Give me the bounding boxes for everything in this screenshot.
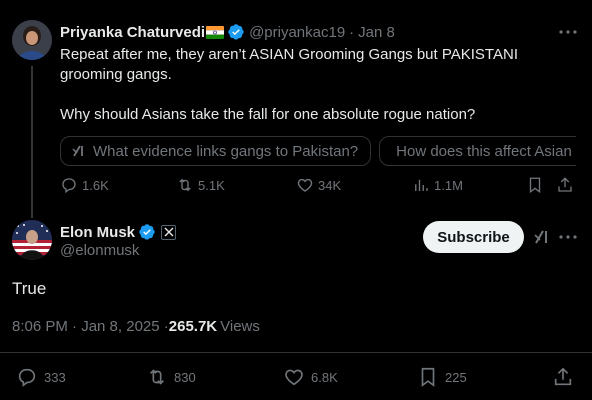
like-count: 34K bbox=[318, 177, 342, 193]
tweet-text-paragraph: Repeat after me, they aren’t ASIAN Groom… bbox=[60, 46, 518, 83]
like-button[interactable]: 6.8K bbox=[283, 366, 338, 388]
x-affiliation-icon[interactable] bbox=[161, 224, 177, 240]
views-button[interactable]: 1.1M bbox=[412, 176, 463, 194]
thread-line bbox=[31, 66, 33, 218]
parent-tweet-header: Priyanka Chaturvedi @priyankac19 · Jan 8 bbox=[60, 22, 395, 42]
repost-button[interactable]: 830 bbox=[146, 366, 196, 388]
grok-suggestions: What evidence links gangs to Pakistan? H… bbox=[60, 136, 576, 168]
share-icon bbox=[554, 367, 572, 386]
bookmark-button[interactable]: 225 bbox=[417, 366, 467, 388]
main-action-bar: 333 830 6.8K 225 bbox=[0, 366, 592, 388]
share-icon bbox=[558, 177, 572, 192]
tweet-text-paragraph: Why should Asians take the fall for one … bbox=[60, 106, 476, 123]
more-options-icon[interactable] bbox=[557, 22, 579, 42]
main-tweet-name-row: Elon Musk bbox=[60, 222, 177, 242]
bookmark-icon bbox=[421, 367, 435, 387]
subscribe-button[interactable]: Subscribe bbox=[423, 221, 524, 253]
views-label: Views bbox=[220, 318, 260, 335]
views-count: 265.7K bbox=[168, 318, 218, 335]
like-count: 6.8K bbox=[311, 369, 338, 385]
grok-suggestion-label: What evidence links gangs to Pakistan? bbox=[93, 142, 359, 160]
author-handle[interactable]: @elonmusk bbox=[60, 242, 139, 259]
parent-tweet-text: Repeat after me, they aren’t ASIAN Groom… bbox=[60, 45, 580, 125]
repost-icon bbox=[149, 369, 165, 385]
tweet-meta: 8:06 PM · Jan 8, 2025 · 265.7K Views bbox=[12, 318, 260, 335]
grok-suggestion-pill[interactable]: What evidence links gangs to Pakistan? bbox=[60, 136, 372, 166]
parent-action-bar: 1.6K 5.1K 34K 1.1M bbox=[60, 176, 580, 198]
views-icon bbox=[415, 179, 428, 191]
tweet-timestamp[interactable]: 8:06 PM · Jan 8, 2025 · bbox=[12, 318, 169, 335]
main-tweet-text: True bbox=[12, 279, 47, 298]
elon-avatar[interactable] bbox=[12, 220, 52, 260]
author-name[interactable]: Priyanka Chaturvedi bbox=[60, 24, 205, 41]
tweet-date[interactable]: Jan 8 bbox=[358, 24, 395, 41]
priyanka-avatar[interactable] bbox=[12, 20, 52, 60]
reply-count: 1.6K bbox=[82, 177, 109, 193]
views-count: 1.1M bbox=[434, 177, 463, 193]
reply-count: 333 bbox=[44, 369, 66, 385]
grok-suggestion-label: How does this affect Asian bbox=[396, 142, 572, 160]
author-name[interactable]: Elon Musk bbox=[60, 224, 135, 241]
repost-icon bbox=[179, 178, 191, 192]
verified-badge-icon[interactable] bbox=[138, 223, 156, 241]
share-button[interactable] bbox=[552, 366, 580, 388]
reply-button[interactable]: 333 bbox=[16, 366, 66, 388]
heart-icon bbox=[285, 369, 303, 386]
india-flag-icon bbox=[206, 25, 225, 39]
bookmark-count: 225 bbox=[445, 369, 467, 385]
bookmark-icon bbox=[529, 177, 541, 194]
bookmark-button[interactable] bbox=[526, 176, 548, 194]
verified-badge-icon[interactable] bbox=[227, 23, 245, 41]
divider bbox=[0, 352, 592, 353]
grok-icon bbox=[71, 143, 87, 159]
repost-count: 5.1K bbox=[198, 177, 225, 193]
author-handle[interactable]: @priyankac19 bbox=[249, 24, 345, 41]
share-button[interactable] bbox=[556, 176, 578, 194]
more-options-icon[interactable] bbox=[557, 227, 579, 247]
grok-suggestion-pill[interactable]: How does this affect Asian bbox=[379, 136, 576, 166]
grok-icon[interactable] bbox=[532, 227, 552, 247]
repost-button[interactable]: 5.1K bbox=[176, 176, 225, 194]
separator-dot: · bbox=[349, 23, 355, 41]
reply-button[interactable]: 1.6K bbox=[60, 176, 109, 194]
reply-icon bbox=[62, 178, 76, 194]
like-button[interactable]: 34K bbox=[296, 176, 341, 194]
heart-icon bbox=[297, 178, 313, 192]
reply-icon bbox=[18, 368, 36, 387]
repost-count: 830 bbox=[174, 369, 196, 385]
